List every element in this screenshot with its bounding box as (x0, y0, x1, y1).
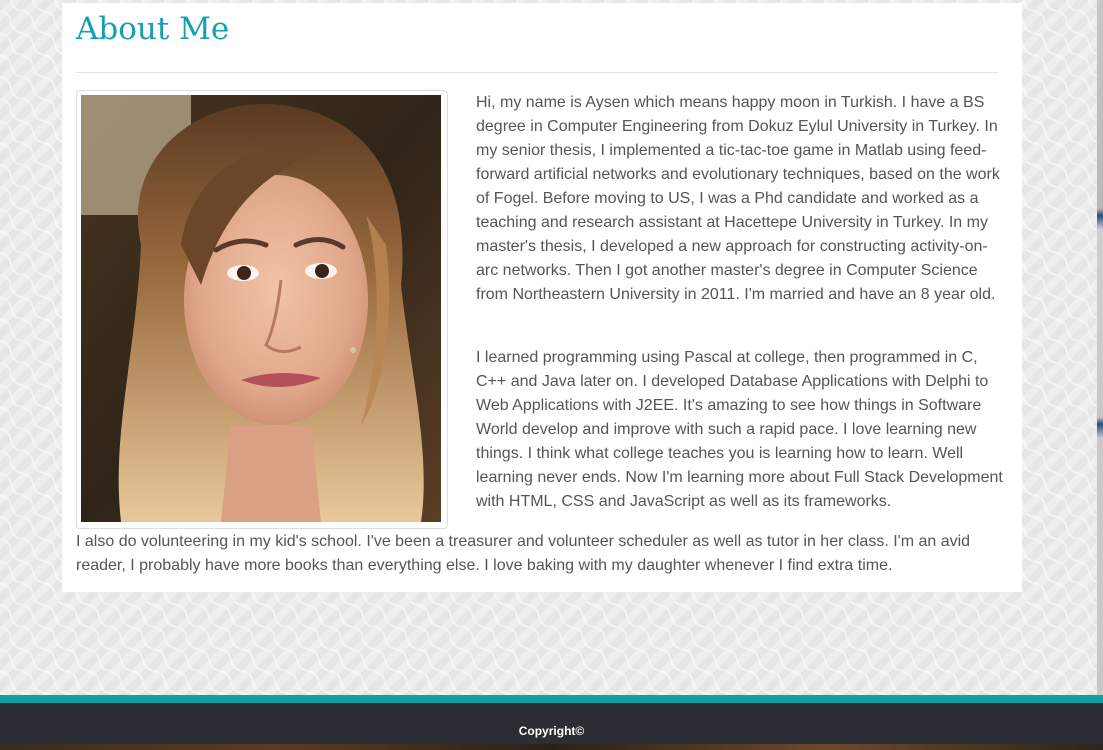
title-divider (76, 72, 998, 73)
window-edge-strip (1097, 0, 1103, 695)
page-title: About Me (76, 11, 230, 47)
profile-photo (81, 95, 441, 522)
footer-bottom-edge (0, 744, 1103, 750)
footer-accent-bar (0, 695, 1103, 703)
profile-photo-frame (76, 90, 448, 529)
footer: Copyright© (0, 703, 1103, 750)
bio-paragraph-1: Hi, my name is Aysen which means happy m… (476, 94, 1000, 303)
about-section: About Me Hi, my name is Aysen which mean… (62, 3, 1022, 592)
bio-paragraph-3: I also do volunteering in my kid's schoo… (76, 533, 971, 574)
copyright-text: Copyright© (518, 724, 585, 738)
bio-paragraph-2: I learned programming using Pascal at co… (476, 349, 1003, 510)
